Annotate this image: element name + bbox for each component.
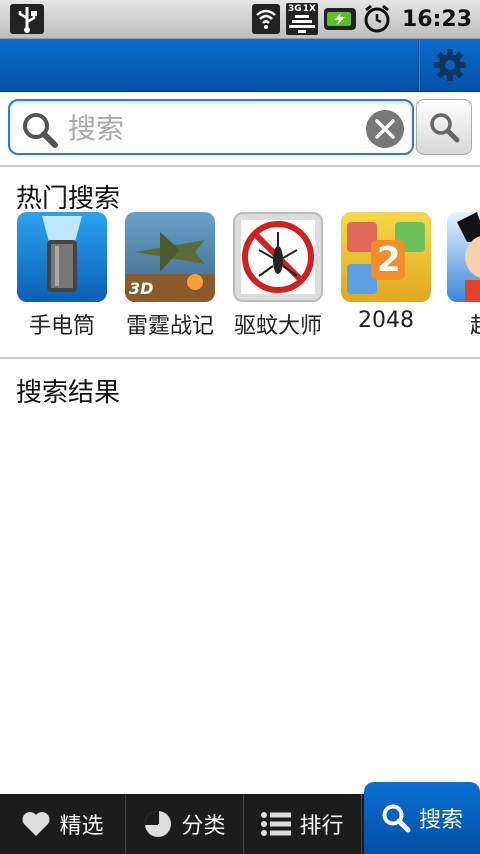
status-time: 16:23 [401,6,472,32]
hot-app-item[interactable]: 2 2048 [332,212,440,333]
title-bar [0,39,480,92]
settings-button[interactable] [420,39,480,91]
app-badge: 2 [377,240,401,280]
divider [0,357,480,359]
tab-label: 搜索 [418,808,463,833]
app-name: 雷霆战记 [125,314,214,339]
status-bar: 3G 1X 16:23 [0,0,480,39]
search-submit-button[interactable] [416,99,472,155]
title-divider [418,39,419,91]
pie-chart-icon [145,811,172,837]
search-icon [430,113,460,143]
clear-button[interactable] [366,110,404,148]
divider [0,165,480,167]
tab-label: 排行 [299,814,344,839]
app-name: 驱蚊大师 [233,314,322,339]
game-2048-app-icon: 2 [341,212,431,302]
search-icon [23,113,58,148]
search-icon [382,804,411,833]
hot-app-item[interactable]: 手电筒 [8,212,116,340]
tab-ranking[interactable]: 排行 [244,794,362,854]
fighter-plane-app-icon: 3D [125,212,215,302]
hot-app-item[interactable]: 驱蚊大师 [224,212,332,340]
close-icon [375,119,395,139]
search-input[interactable] [66,109,366,147]
hot-app-item[interactable]: 超级 [438,212,480,340]
app-badge: 3D [129,279,154,298]
tab-featured[interactable]: 精选 [0,794,126,854]
signal-icon: 3G 1X [285,3,318,35]
hot-search-title: 热门搜索 [16,184,121,214]
gear-icon [434,49,466,81]
mosquito-app-icon [233,212,323,302]
search-box [8,99,414,155]
app-name: 2048 [358,308,414,333]
list-icon [261,812,292,836]
bottom-tab-bar: 精选 分类 排行 搜索 [0,782,480,854]
heart-icon [22,812,50,836]
app-name: 超级 [438,308,480,340]
tab-label: 精选 [59,814,104,839]
tab-label: 分类 [181,814,226,839]
hot-app-item[interactable]: 3D 雷霆战记 [116,212,224,340]
tab-search[interactable]: 搜索 [364,782,480,854]
search-results-list [0,410,480,790]
flashlight-app-icon [17,212,107,302]
search-results-title: 搜索结果 [16,378,121,408]
alarm-icon [362,4,392,34]
usb-icon [10,4,44,34]
hot-app-list: 手电筒 3D 雷霆战记 驱蚊大师 2 2048 [0,212,480,342]
tab-category[interactable]: 分类 [126,794,244,854]
wifi-icon [251,4,280,34]
battery-charging-icon [323,8,356,30]
cartoon-app-icon [447,212,480,302]
app-name: 手电筒 [28,314,95,339]
